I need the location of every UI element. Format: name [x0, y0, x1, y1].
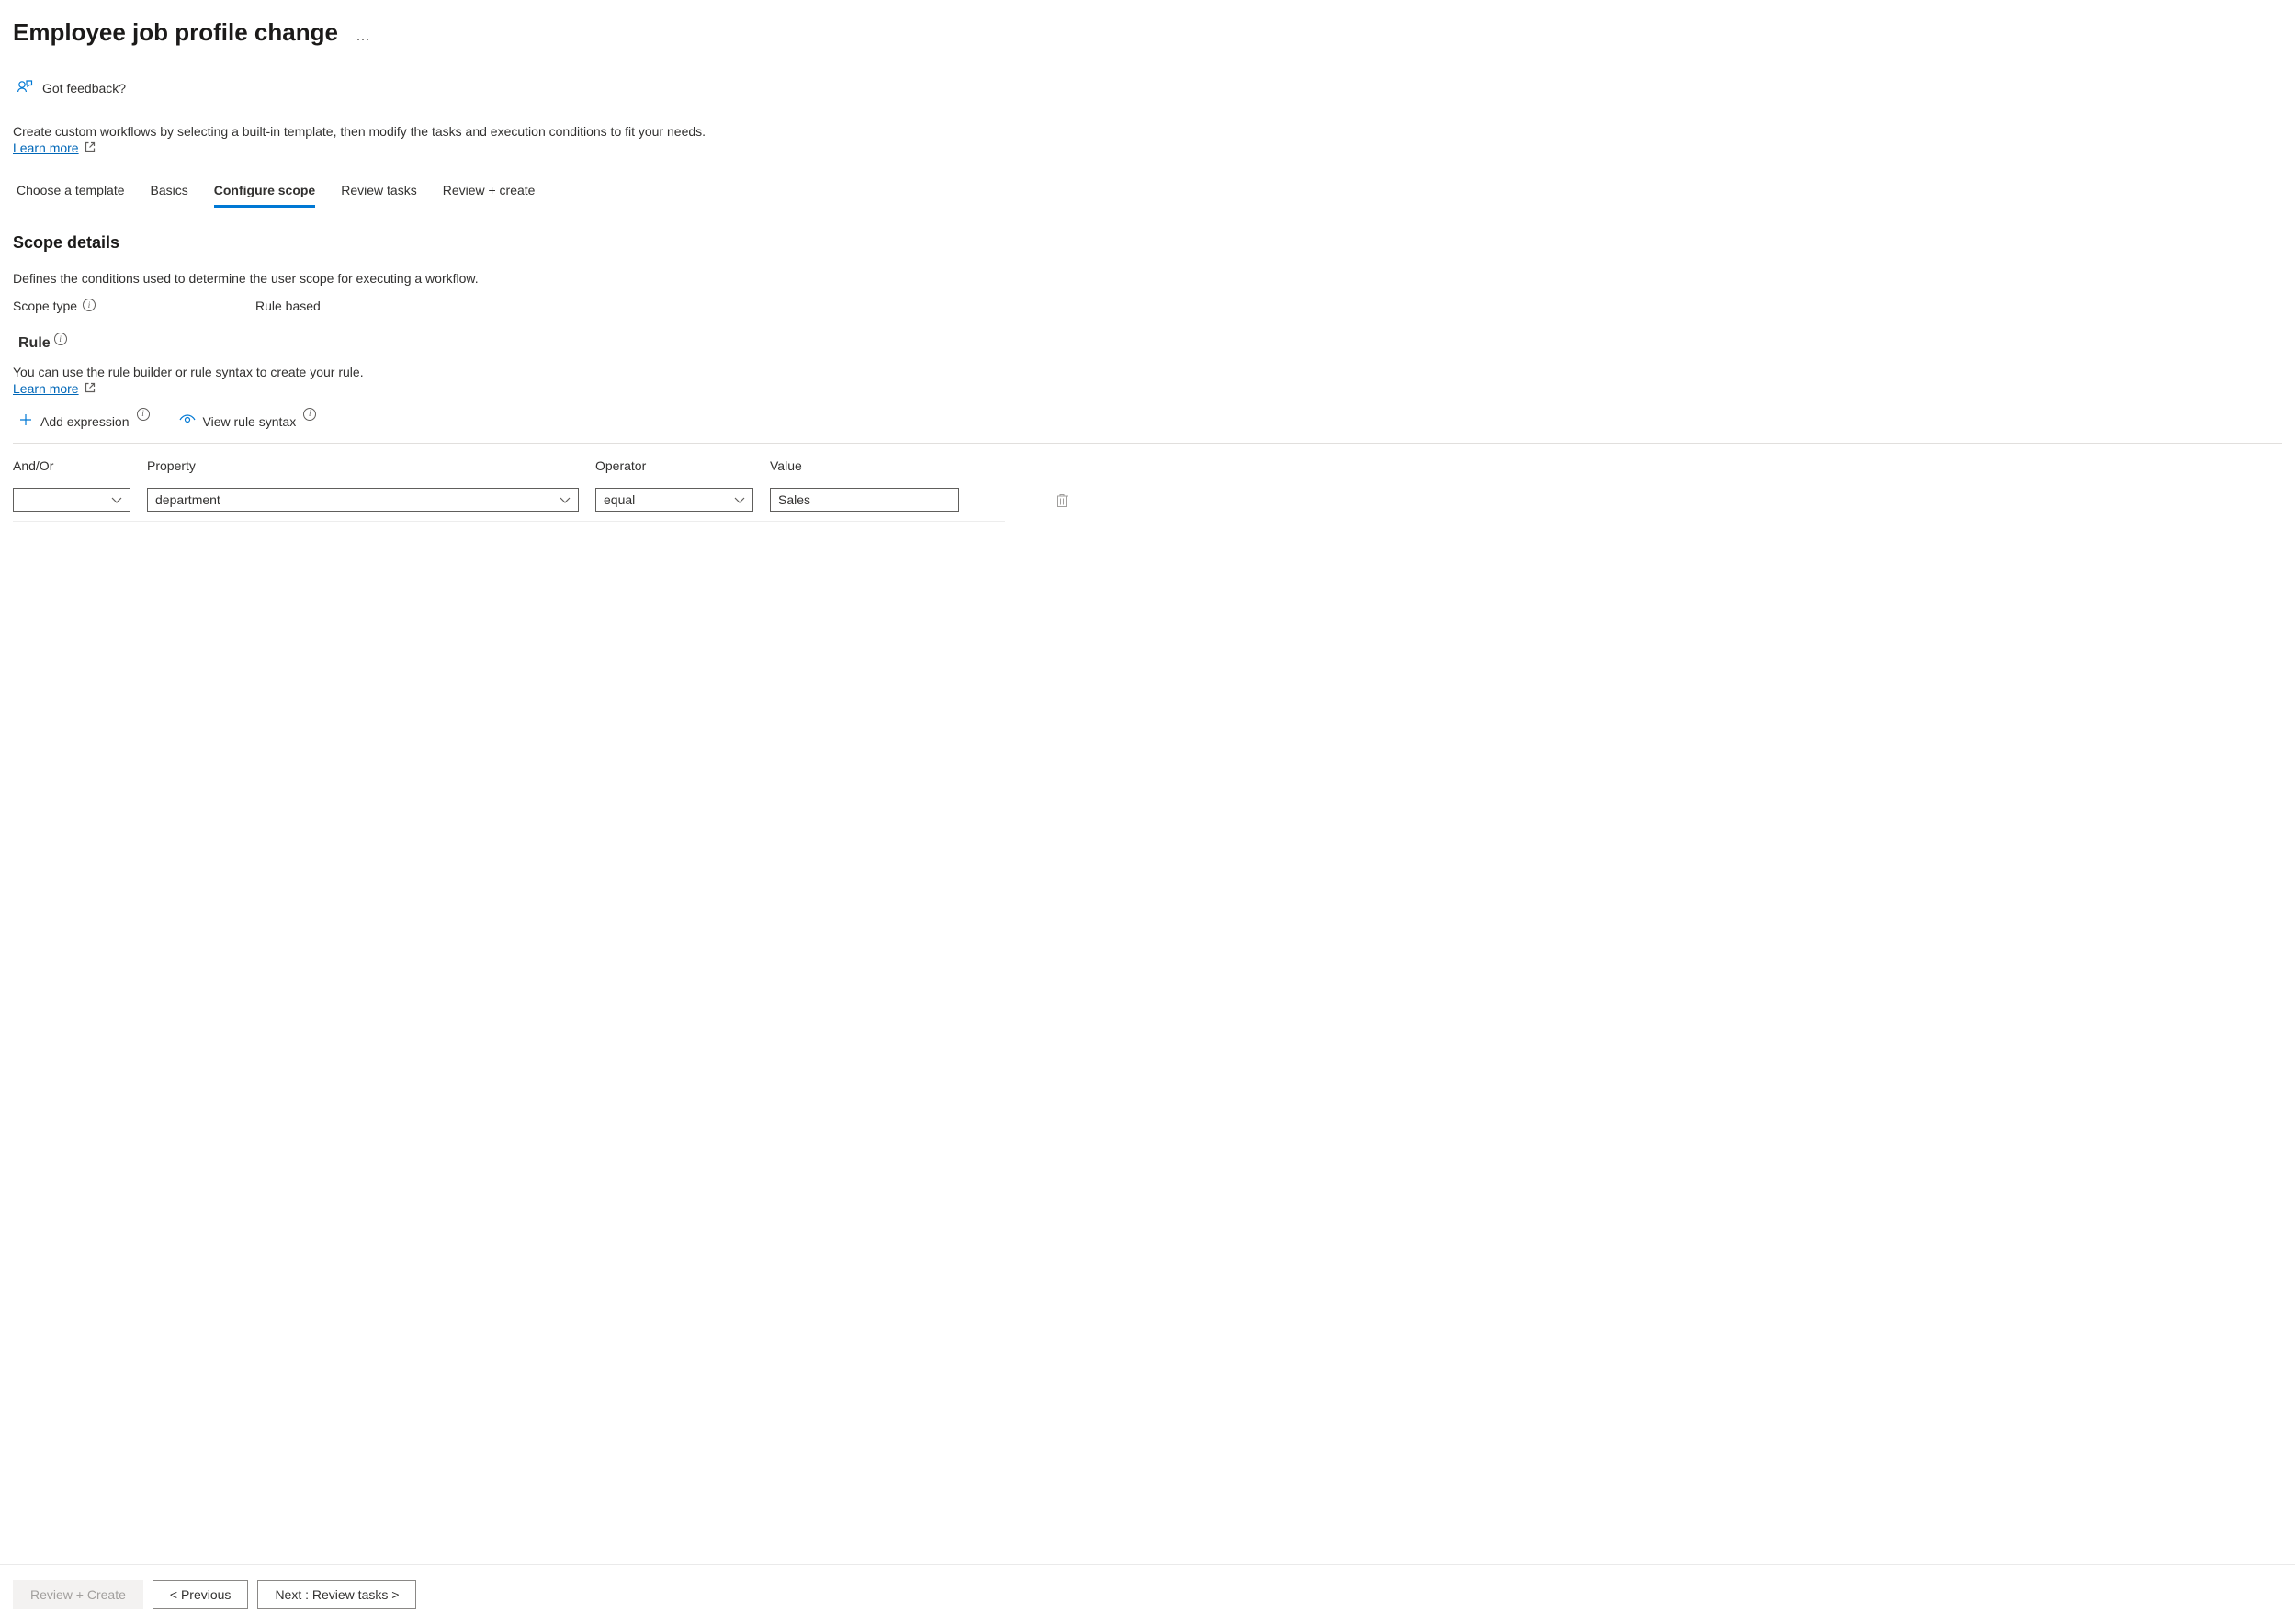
tab-basics[interactable]: Basics	[151, 175, 188, 208]
external-link-icon	[85, 141, 96, 155]
value-input[interactable]	[770, 488, 959, 512]
learn-more-label: Learn more	[13, 381, 79, 396]
feedback-label: Got feedback?	[42, 81, 126, 96]
page-header: Employee job profile change	[13, 18, 2282, 47]
chevron-down-icon	[560, 492, 571, 507]
tabs: Choose a template Basics Configure scope…	[13, 175, 2282, 208]
rule-table: And/Or Property Operator Value	[13, 453, 2282, 522]
rule-heading: Rule i	[18, 335, 2282, 352]
property-value: department	[155, 492, 220, 507]
scope-type-label: Scope type i	[13, 299, 255, 313]
info-icon[interactable]: i	[83, 299, 96, 311]
intro-text: Create custom workflows by selecting a b…	[13, 124, 2282, 139]
trash-icon[interactable]	[1056, 496, 1068, 511]
footer: Review + Create < Previous Next : Review…	[0, 1564, 2295, 1624]
col-header-andor: And/Or	[13, 458, 130, 473]
property-select[interactable]: department	[147, 488, 579, 512]
tab-review-tasks[interactable]: Review tasks	[341, 175, 416, 208]
tab-configure-scope[interactable]: Configure scope	[214, 175, 315, 208]
scope-details-heading: Scope details	[13, 233, 2282, 253]
chevron-down-icon	[111, 492, 122, 507]
feedback-bar[interactable]: Got feedback?	[13, 73, 2282, 107]
rule-learn-more-link[interactable]: Learn more	[13, 381, 96, 396]
info-icon[interactable]: i	[137, 408, 150, 421]
info-icon[interactable]: i	[54, 333, 67, 345]
rule-description: You can use the rule builder or rule syn…	[13, 365, 2282, 379]
view-syntax-label: View rule syntax	[203, 414, 297, 429]
external-link-icon	[85, 381, 96, 396]
scope-type-row: Scope type i Rule based	[13, 299, 2282, 313]
col-header-value: Value	[770, 458, 959, 473]
view-syntax-button[interactable]: View rule syntax i	[174, 410, 322, 433]
tab-review-create[interactable]: Review + create	[443, 175, 536, 208]
info-icon[interactable]: i	[303, 408, 316, 421]
intro-learn-more-link[interactable]: Learn more	[13, 141, 96, 155]
previous-button[interactable]: < Previous	[153, 1580, 249, 1609]
chevron-down-icon	[734, 492, 745, 507]
page-title: Employee job profile change	[13, 18, 338, 47]
feedback-icon	[17, 78, 33, 97]
rule-heading-text: Rule	[18, 335, 51, 352]
eye-icon	[179, 413, 196, 429]
learn-more-label: Learn more	[13, 141, 79, 155]
plus-icon	[18, 412, 33, 430]
add-expression-label: Add expression	[40, 414, 130, 429]
review-create-button: Review + Create	[13, 1580, 143, 1609]
table-row: department equal	[13, 482, 1005, 522]
scope-type-value: Rule based	[255, 299, 321, 313]
andor-select[interactable]	[13, 488, 130, 512]
operator-value: equal	[604, 492, 635, 507]
rule-actions: Add expression i View rule syntax i	[13, 409, 2282, 444]
intro-section: Create custom workflows by selecting a b…	[13, 124, 2282, 155]
add-expression-button[interactable]: Add expression i	[13, 409, 155, 434]
scope-details-description: Defines the conditions used to determine…	[13, 271, 2282, 286]
col-header-operator: Operator	[595, 458, 753, 473]
rule-header-row: And/Or Property Operator Value	[13, 453, 2282, 482]
col-header-property: Property	[147, 458, 579, 473]
operator-select[interactable]: equal	[595, 488, 753, 512]
more-icon[interactable]	[356, 29, 369, 44]
tab-choose-template[interactable]: Choose a template	[17, 175, 125, 208]
next-button[interactable]: Next : Review tasks >	[257, 1580, 416, 1609]
scope-type-label-text: Scope type	[13, 299, 77, 313]
